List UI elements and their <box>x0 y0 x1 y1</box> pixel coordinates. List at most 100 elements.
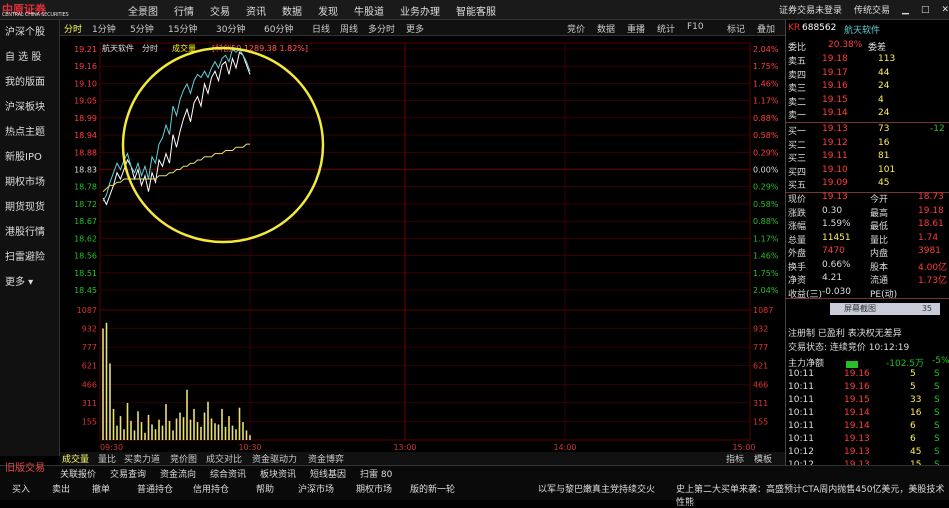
close-icon[interactable]: ✕ <box>941 5 949 15</box>
tick-row[interactable]: 10:11 19.16 5 S <box>788 369 948 382</box>
status-row[interactable]: 交易状态: 连续竞价 10:12:19 <box>788 340 948 353</box>
sell-level[interactable]: 卖二 19.15 4 <box>788 95 948 108</box>
indicator-tab[interactable]: 成交量 <box>62 452 89 465</box>
tick-row[interactable]: 10:11 19.14 6 S <box>788 421 948 434</box>
period-tab[interactable]: 60分钟 <box>264 22 293 35</box>
buy-level[interactable]: 买一 19.13 73 -12 <box>788 124 948 137</box>
maximize-icon[interactable]: □ <box>921 5 930 15</box>
sidebar-item[interactable]: 热点主题 <box>0 120 59 145</box>
indicator-tab[interactable]: 买卖力道 <box>124 452 160 465</box>
indicator-tab[interactable]: 竞价图 <box>170 452 197 465</box>
bottom-toolbar-item[interactable]: 撤单 <box>92 482 110 495</box>
sidebar-item[interactable]: 期权市场 <box>0 170 59 195</box>
menu-item[interactable]: 智能客服 <box>456 3 496 19</box>
bottom-toolbar-item[interactable]: 信用持仓 <box>193 482 229 495</box>
weibi-row[interactable]: 委比 20.38% 委差 <box>788 40 948 53</box>
chart-tool-tab[interactable]: 数据 <box>597 22 615 35</box>
period-tab[interactable]: 更多 <box>406 22 424 35</box>
indicator-tab[interactable]: 量比 <box>98 452 116 465</box>
menu-item[interactable]: 数据 <box>282 3 302 19</box>
stat-row[interactable]: 总量 11451 量比 1.74 <box>788 233 948 246</box>
bottom-toolbar-item[interactable]: 买入 <box>12 482 30 495</box>
bottom-link[interactable]: 短线基因 <box>310 467 346 480</box>
tick-row[interactable]: 10:11 19.14 16 S <box>788 408 948 421</box>
bottom-toolbar-item[interactable]: 卖出 <box>52 482 70 495</box>
menu-item[interactable]: 行情 <box>174 3 194 19</box>
period-tab[interactable]: 多分时 <box>368 22 395 35</box>
minimize-icon[interactable]: ▁ <box>902 5 909 15</box>
indicator-tab[interactable]: 资金驱动力 <box>252 452 297 465</box>
sidebar-item[interactable]: 自 选 股 <box>0 45 59 70</box>
sidebar-item[interactable]: 期货现货 <box>0 195 59 220</box>
chart-tool-tab[interactable]: F10 <box>687 22 704 32</box>
period-tab[interactable]: 1分钟 <box>92 22 116 35</box>
screenshot-popup[interactable]: 屏幕截图 35 <box>830 303 940 315</box>
tick-row[interactable]: 10:11 19.15 33 S <box>788 395 948 408</box>
sidebar-item[interactable]: 更多 ▾ <box>0 270 59 295</box>
bottom-link[interactable]: 资金流向 <box>160 467 196 480</box>
sell-level[interactable]: 卖四 19.17 44 <box>788 68 948 81</box>
tick-row[interactable]: 10:11 19.13 6 S <box>788 434 948 447</box>
sidebar-item[interactable]: 沪深板块 <box>0 95 59 120</box>
buy-level[interactable]: 买四 19.10 101 <box>788 165 948 178</box>
period-tab[interactable]: 日线 <box>312 22 330 35</box>
menu-item[interactable]: 牛股道 <box>354 3 384 19</box>
period-tab[interactable]: 分时 <box>64 22 82 35</box>
bottom-toolbar-item[interactable]: 期权市场 <box>356 482 392 495</box>
tick-row[interactable]: 10:12 19.13 45 S <box>788 447 948 460</box>
period-tab[interactable]: 5分钟 <box>130 22 154 35</box>
sidebar-old-trade[interactable]: 旧版交易 <box>0 456 45 481</box>
indicator-tab[interactable]: 成交对比 <box>206 452 242 465</box>
bottom-toolbar-item[interactable]: 帮助 <box>256 482 274 495</box>
buy-level[interactable]: 买三 19.11 81 <box>788 151 948 164</box>
sidebar-item[interactable]: 扫雷避险 <box>0 245 59 270</box>
period-tab[interactable]: 周线 <box>340 22 358 35</box>
bottom-link[interactable]: 板块资讯 <box>260 467 296 480</box>
stat-row[interactable]: 涨幅 1.59% 最低 18.61 <box>788 219 948 232</box>
chart-tool-tab[interactable]: 重播 <box>627 22 645 35</box>
stat-row[interactable]: 外盘 7470 内盘 3981 <box>788 246 948 259</box>
menu-item[interactable]: 资讯 <box>246 3 266 19</box>
sidebar-item[interactable]: 沪深个股 <box>0 20 59 45</box>
sell-level[interactable]: 卖三 19.16 24 <box>788 81 948 94</box>
sell-level[interactable]: 卖五 19.18 113 <box>788 54 948 67</box>
stat-row[interactable]: 涨跌 0.30 最高 19.18 <box>788 206 948 219</box>
chart-tool-tab[interactable]: 统计 <box>657 22 675 35</box>
intraday-chart[interactable]: 19.21 2.04% 19.16 1.75% 19.10 1.46% 19.05 1.17%… <box>60 20 785 465</box>
template-button[interactable]: 模板 <box>754 452 772 465</box>
sidebar-item[interactable]: 新股IPO <box>0 145 59 170</box>
sidebar-item[interactable]: 港股行情 <box>0 220 59 245</box>
buy-level[interactable]: 买二 19.12 16 <box>788 138 948 151</box>
stat-row[interactable]: 净资 4.21 流通 1.73亿 <box>788 273 948 286</box>
buy-level[interactable]: 买五 19.09 45 <box>788 178 948 191</box>
bottom-link[interactable]: 交易查询 <box>110 467 146 480</box>
sell-level[interactable]: 卖一 19.14 24 <box>788 108 948 121</box>
chart-tool-tab[interactable]: 标记 <box>727 22 745 35</box>
bottom-link[interactable]: 综合资讯 <box>210 467 246 480</box>
indicator-button[interactable]: 指标 <box>726 452 744 465</box>
bottom-toolbar-item[interactable]: 普通持仓 <box>137 482 173 495</box>
stat-row[interactable]: 换手 0.66% 股本 4.00亿 <box>788 260 948 273</box>
chart-tool-tab[interactable]: 竞价 <box>567 22 585 35</box>
bottom-toolbar-item[interactable]: 史上第二大买单来袭：高盛预计CTA周内抛售450亿美元，美股技术性熊 <box>676 482 949 508</box>
period-tab[interactable]: 15分钟 <box>168 22 197 35</box>
menu-item[interactable]: 业务办理 <box>400 3 440 19</box>
bottom-link[interactable]: 关联报价 <box>60 467 96 480</box>
menu-item[interactable]: 全景图 <box>128 3 158 19</box>
tick-row[interactable]: 10:11 19.16 5 S <box>788 382 948 395</box>
bottom-toolbar-item[interactable]: 以军与黎巴嫩真主党持续交火 <box>538 482 655 495</box>
quote-header[interactable]: KR 688562 航天软件 <box>788 23 948 36</box>
tags-row[interactable]: 注册制 已盈利 表决权无差异 <box>788 326 948 339</box>
stat-row[interactable]: 现价 19.13 今开 18.73 <box>788 192 948 205</box>
indicator-tab[interactable]: 资金博弈 <box>308 452 344 465</box>
period-tab[interactable]: 30分钟 <box>216 22 245 35</box>
bottom-link[interactable]: 扫雷 80 <box>360 467 392 480</box>
bottom-toolbar-item[interactable]: 沪深市场 <box>298 482 334 495</box>
bottom-toolbar-item[interactable]: 版的新一轮 <box>410 482 455 495</box>
chart-tool-tab[interactable]: 叠加 <box>757 22 775 35</box>
trade-login-status[interactable]: 证券交易未登录 <box>779 3 842 16</box>
netflow-row[interactable]: 主力净额 -102.5万 -5% <box>788 356 949 369</box>
sidebar-item[interactable]: 我的版面 <box>0 70 59 95</box>
classic-trade-link[interactable]: 传统交易 <box>854 3 890 16</box>
menu-item[interactable]: 交易 <box>210 3 230 19</box>
